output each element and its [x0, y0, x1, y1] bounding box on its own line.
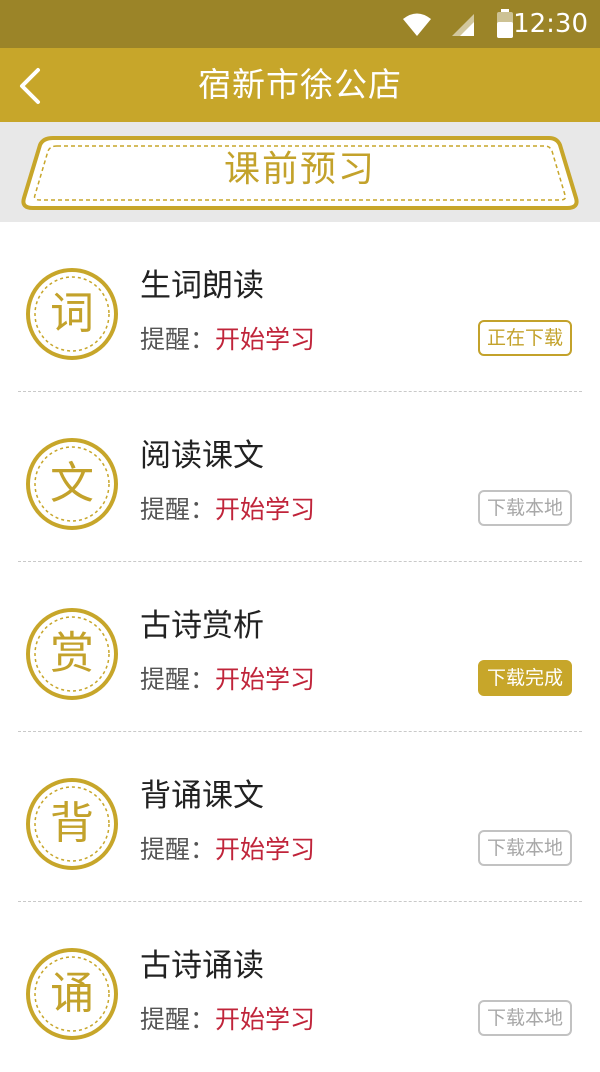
- lesson-reminder: 提醒：开始学习: [140, 662, 315, 698]
- start-learning-link[interactable]: 开始学习: [215, 495, 315, 524]
- lesson-title: 古诗赏析: [140, 608, 264, 644]
- reminder-label: 提醒：: [140, 665, 216, 694]
- lesson-row[interactable]: 背 背诵课文 提醒：开始学习 下载本地: [0, 732, 600, 902]
- lesson-seal-icon: 词: [24, 266, 120, 362]
- page-title: 宿新市徐公店: [198, 65, 402, 104]
- status-time: 12:30: [513, 9, 588, 39]
- lesson-row[interactable]: 赏 古诗赏析 提醒：开始学习 下载完成: [0, 562, 600, 732]
- lesson-seal-icon: 赏: [24, 606, 120, 702]
- lesson-list: 词 生词朗读 提醒：开始学习 正在下载 文 阅读课文 提醒：开始学习 下载本地: [0, 222, 600, 1072]
- reminder-label: 提醒：: [140, 325, 216, 354]
- lesson-reminder: 提醒：开始学习: [140, 1002, 315, 1038]
- start-learning-link[interactable]: 开始学习: [215, 1005, 315, 1034]
- lesson-row[interactable]: 词 生词朗读 提醒：开始学习 正在下载: [0, 222, 600, 392]
- lesson-row[interactable]: 诵 古诗诵读 提醒：开始学习 下载本地: [0, 902, 600, 1072]
- status-bar: 12:30: [0, 0, 600, 48]
- download-button[interactable]: 下载本地: [478, 1000, 572, 1036]
- lesson-title: 背诵课文: [140, 778, 264, 814]
- lesson-seal-icon: 文: [24, 436, 120, 532]
- lesson-reminder: 提醒：开始学习: [140, 322, 315, 358]
- download-button[interactable]: 下载本地: [478, 490, 572, 526]
- lesson-title: 阅读课文: [140, 438, 264, 474]
- wifi-icon: [403, 13, 431, 36]
- start-learning-link[interactable]: 开始学习: [215, 325, 315, 354]
- lesson-seal-icon: 背: [24, 776, 120, 872]
- download-button[interactable]: 正在下载: [478, 320, 572, 356]
- lesson-reminder: 提醒：开始学习: [140, 832, 315, 868]
- download-button[interactable]: 下载本地: [478, 830, 572, 866]
- lesson-seal-icon: 诵: [24, 946, 120, 1042]
- seal-char: 赏: [50, 628, 94, 679]
- nav-bar: 宿新市徐公店: [0, 48, 600, 122]
- lesson-row[interactable]: 文 阅读课文 提醒：开始学习 下载本地: [0, 392, 600, 562]
- lesson-reminder: 提醒：开始学习: [140, 492, 315, 528]
- seal-char: 背: [50, 798, 94, 849]
- lesson-title: 生词朗读: [140, 268, 264, 304]
- section-title: 课前预习: [223, 149, 376, 190]
- section-banner: 课前预习: [0, 122, 600, 222]
- cell-signal-icon: [452, 14, 474, 36]
- download-button[interactable]: 下载完成: [478, 660, 572, 696]
- reminder-label: 提醒：: [140, 835, 216, 864]
- reminder-label: 提醒：: [140, 495, 216, 524]
- battery-icon: [497, 9, 513, 38]
- seal-char: 词: [50, 288, 94, 339]
- start-learning-link[interactable]: 开始学习: [215, 835, 315, 864]
- start-learning-link[interactable]: 开始学习: [215, 665, 315, 694]
- seal-char: 诵: [50, 968, 94, 1019]
- reminder-label: 提醒：: [140, 1005, 216, 1034]
- seal-char: 文: [50, 458, 94, 509]
- lesson-title: 古诗诵读: [140, 948, 264, 984]
